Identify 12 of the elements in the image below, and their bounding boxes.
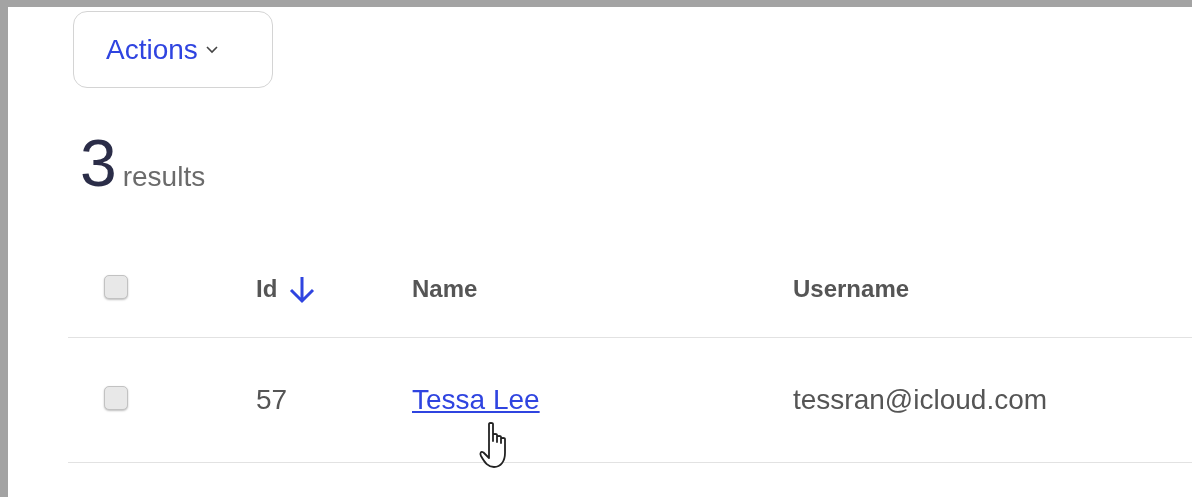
actions-button[interactable]: Actions [73, 11, 273, 88]
name-link[interactable]: Tessa Lee [412, 384, 540, 415]
results-label: results [122, 161, 206, 193]
column-header[interactable]: Id [256, 274, 278, 303]
column-header[interactable]: Name [412, 274, 478, 303]
column-header[interactable]: Username [793, 274, 910, 303]
chevron-down-icon [205, 45, 218, 54]
select-all-checkbox[interactable] [104, 274, 128, 299]
row-checkbox[interactable] [104, 386, 128, 410]
table-cell: 57 [256, 384, 288, 415]
result-count: 3 [80, 130, 117, 196]
table-cell: tessran@icloud.com [793, 384, 1048, 415]
